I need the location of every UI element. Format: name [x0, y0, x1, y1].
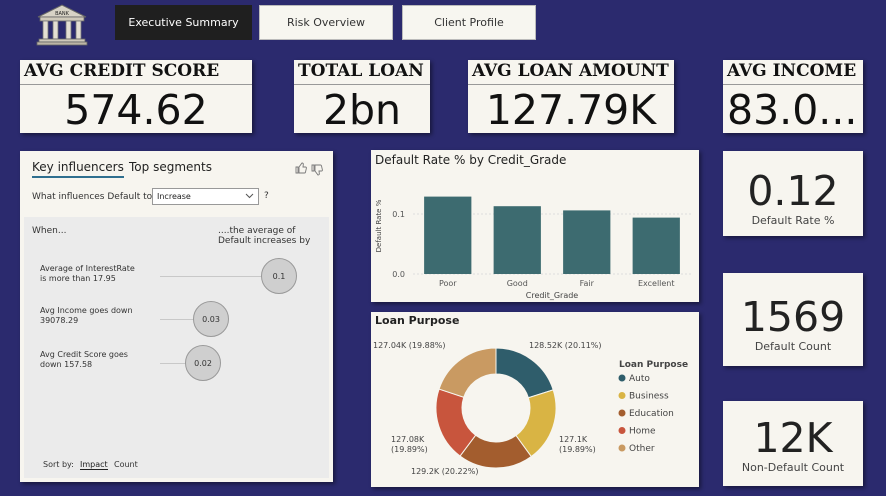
x-tick-label: Good	[507, 279, 528, 288]
tab-key-influencers[interactable]: Key influencers	[32, 160, 124, 178]
influencer-row[interactable]: Avg Income goes down 39078.29 0.03	[24, 298, 329, 338]
legend-marker	[618, 427, 626, 434]
card-value: 1569	[740, 293, 846, 341]
legend-item-home[interactable]: Home	[629, 427, 656, 437]
card-label: Default Count	[754, 340, 832, 353]
influencers-body: When... ....the average of Default incre…	[24, 217, 329, 478]
slice-data-label: (19.89%)	[391, 445, 428, 454]
card-value: 0.12	[747, 167, 839, 215]
influencer-row[interactable]: Avg Credit Score goes down 157.58 0.02	[24, 341, 329, 381]
sort-impact-button[interactable]: Impact	[80, 460, 108, 470]
bar-excellent[interactable]	[632, 217, 680, 274]
slice-auto[interactable]	[495, 347, 554, 399]
legend-item-auto[interactable]: Auto	[629, 374, 650, 384]
influencer-connector	[160, 363, 186, 364]
default-count-card: 1569 Default Count	[723, 273, 863, 366]
col-when: When...	[32, 226, 67, 236]
slice-data-label: 127.1K	[559, 435, 588, 444]
bank-logo-icon: BANK	[34, 3, 90, 47]
loan-purpose-chart-card: Loan Purpose 128.52K (20.11%) 127.1K (19.89…	[371, 312, 699, 487]
sort-count-button[interactable]: Count	[114, 460, 138, 469]
card-value: 12K	[753, 414, 833, 462]
kpi-value: 127.79K	[485, 86, 657, 133]
kpi-value: 574.62	[64, 86, 208, 133]
slice-data-label: 128.52K (20.11%)	[529, 341, 602, 350]
y-tick-label: 0.0	[392, 270, 405, 279]
legend-marker	[618, 392, 626, 399]
slice-data-label: 129.2K (20.22%)	[411, 467, 478, 476]
kpi-label: AVG CREDIT SCORE	[20, 60, 252, 85]
kpi-avg-loan-amount: AVG LOAN AMOUNT 127.79K	[468, 60, 674, 133]
card-label: Default Rate %	[751, 214, 835, 227]
y-axis-label: Default Rate %	[375, 199, 383, 252]
chart-title: Default Rate % by Credit_Grade	[375, 153, 566, 167]
legend-item-education[interactable]: Education	[629, 409, 674, 419]
slice-other[interactable]	[438, 347, 497, 398]
legend-marker	[618, 444, 626, 452]
default-rate-chart-card: Default Rate % by Credit_Grade 0.1 0.0 Poor…	[371, 150, 699, 302]
x-tick-label: Poor	[439, 279, 457, 288]
slice-data-label: 127.04K (19.88%)	[373, 341, 446, 350]
tab-executive-summary[interactable]: Executive Summary	[115, 5, 252, 40]
influencer-text-line2: is more than 17.95	[40, 274, 116, 283]
influencer-row[interactable]: Average of InterestRate is more than 17.…	[24, 257, 329, 297]
non-default-count-card: 12K Non-Default Count	[723, 401, 863, 486]
kpi-label: AVG LOAN AMOUNT	[468, 60, 674, 85]
influencer-text-line1: Average of InterestRate	[40, 264, 135, 273]
influencer-text-line1: Avg Credit Score goes	[40, 350, 128, 359]
tab-client-profile[interactable]: Client Profile	[402, 5, 536, 40]
legend-marker	[618, 409, 626, 417]
thumbs-down-icon[interactable]	[311, 161, 323, 180]
x-tick-label: Fair	[580, 279, 595, 288]
influencer-text-line2: down 157.58	[40, 360, 93, 369]
kpi-total-loan: TOTAL LOAN 2bn	[294, 60, 430, 133]
x-tick-label: Excellent	[638, 279, 675, 288]
kpi-label: AVG INCOME	[723, 60, 863, 85]
tab-risk-overview[interactable]: Risk Overview	[259, 5, 393, 40]
col-avg-line2: Default increases by	[218, 236, 311, 246]
influencer-bubble[interactable]: 0.02	[185, 345, 221, 381]
logo-text: BANK	[55, 11, 70, 17]
legend-item-other[interactable]: Other	[629, 444, 655, 454]
kpi-value: 2bn	[322, 86, 402, 133]
slice-data-label: 127.08K	[391, 435, 425, 444]
legend-title: Loan Purpose	[619, 360, 688, 370]
sort-by-label: Sort by:	[43, 460, 74, 469]
influencer-text-line2: 39078.29	[40, 316, 79, 325]
key-influencers-panel: Key influencers Top segments What influe…	[20, 151, 333, 482]
loan-purpose-donut-chart: Loan Purpose128.52K (20.11%)127.1K(19.89…	[373, 314, 688, 476]
default-rate-bar-chart: Default Rate % by Credit_Grade 0.1 0.0 Poor…	[375, 153, 691, 300]
influencer-connector	[160, 276, 262, 277]
legend-item-business[interactable]: Business	[629, 392, 669, 402]
y-tick-label: 0.1	[392, 210, 405, 219]
influencer-connector	[160, 319, 194, 320]
legend-marker	[618, 374, 626, 382]
influence-dropdown[interactable]: Increase	[152, 188, 259, 205]
bar-fair[interactable]	[563, 210, 611, 274]
influencer-bubble[interactable]: 0.1	[261, 258, 297, 294]
chart-title: Loan Purpose	[375, 314, 459, 327]
col-avg-line1: ....the average of	[218, 226, 296, 236]
dropdown-value: Increase	[157, 192, 191, 201]
question-mark: ?	[264, 191, 269, 201]
tab-top-segments[interactable]: Top segments	[129, 160, 212, 174]
kpi-label: TOTAL LOAN	[294, 60, 430, 85]
default-rate-card: 0.12 Default Rate %	[723, 151, 863, 236]
bar-poor[interactable]	[424, 196, 472, 274]
kpi-value: 83.0...	[727, 86, 858, 133]
kpi-avg-credit-score: AVG CREDIT SCORE 574.62	[20, 60, 252, 133]
chevron-down-icon	[245, 191, 254, 202]
influence-question: What influences Default to	[32, 192, 153, 202]
bar-good[interactable]	[493, 206, 541, 274]
kpi-avg-income: AVG INCOME 83.0...	[723, 60, 863, 133]
thumbs-up-icon[interactable]	[295, 159, 307, 178]
x-axis-label: Credit_Grade	[526, 291, 579, 300]
card-label: Non-Default Count	[741, 461, 845, 474]
influencer-text-line1: Avg Income goes down	[40, 306, 133, 315]
influencer-bubble[interactable]: 0.03	[193, 301, 229, 337]
slice-data-label: (19.89%)	[559, 445, 596, 454]
